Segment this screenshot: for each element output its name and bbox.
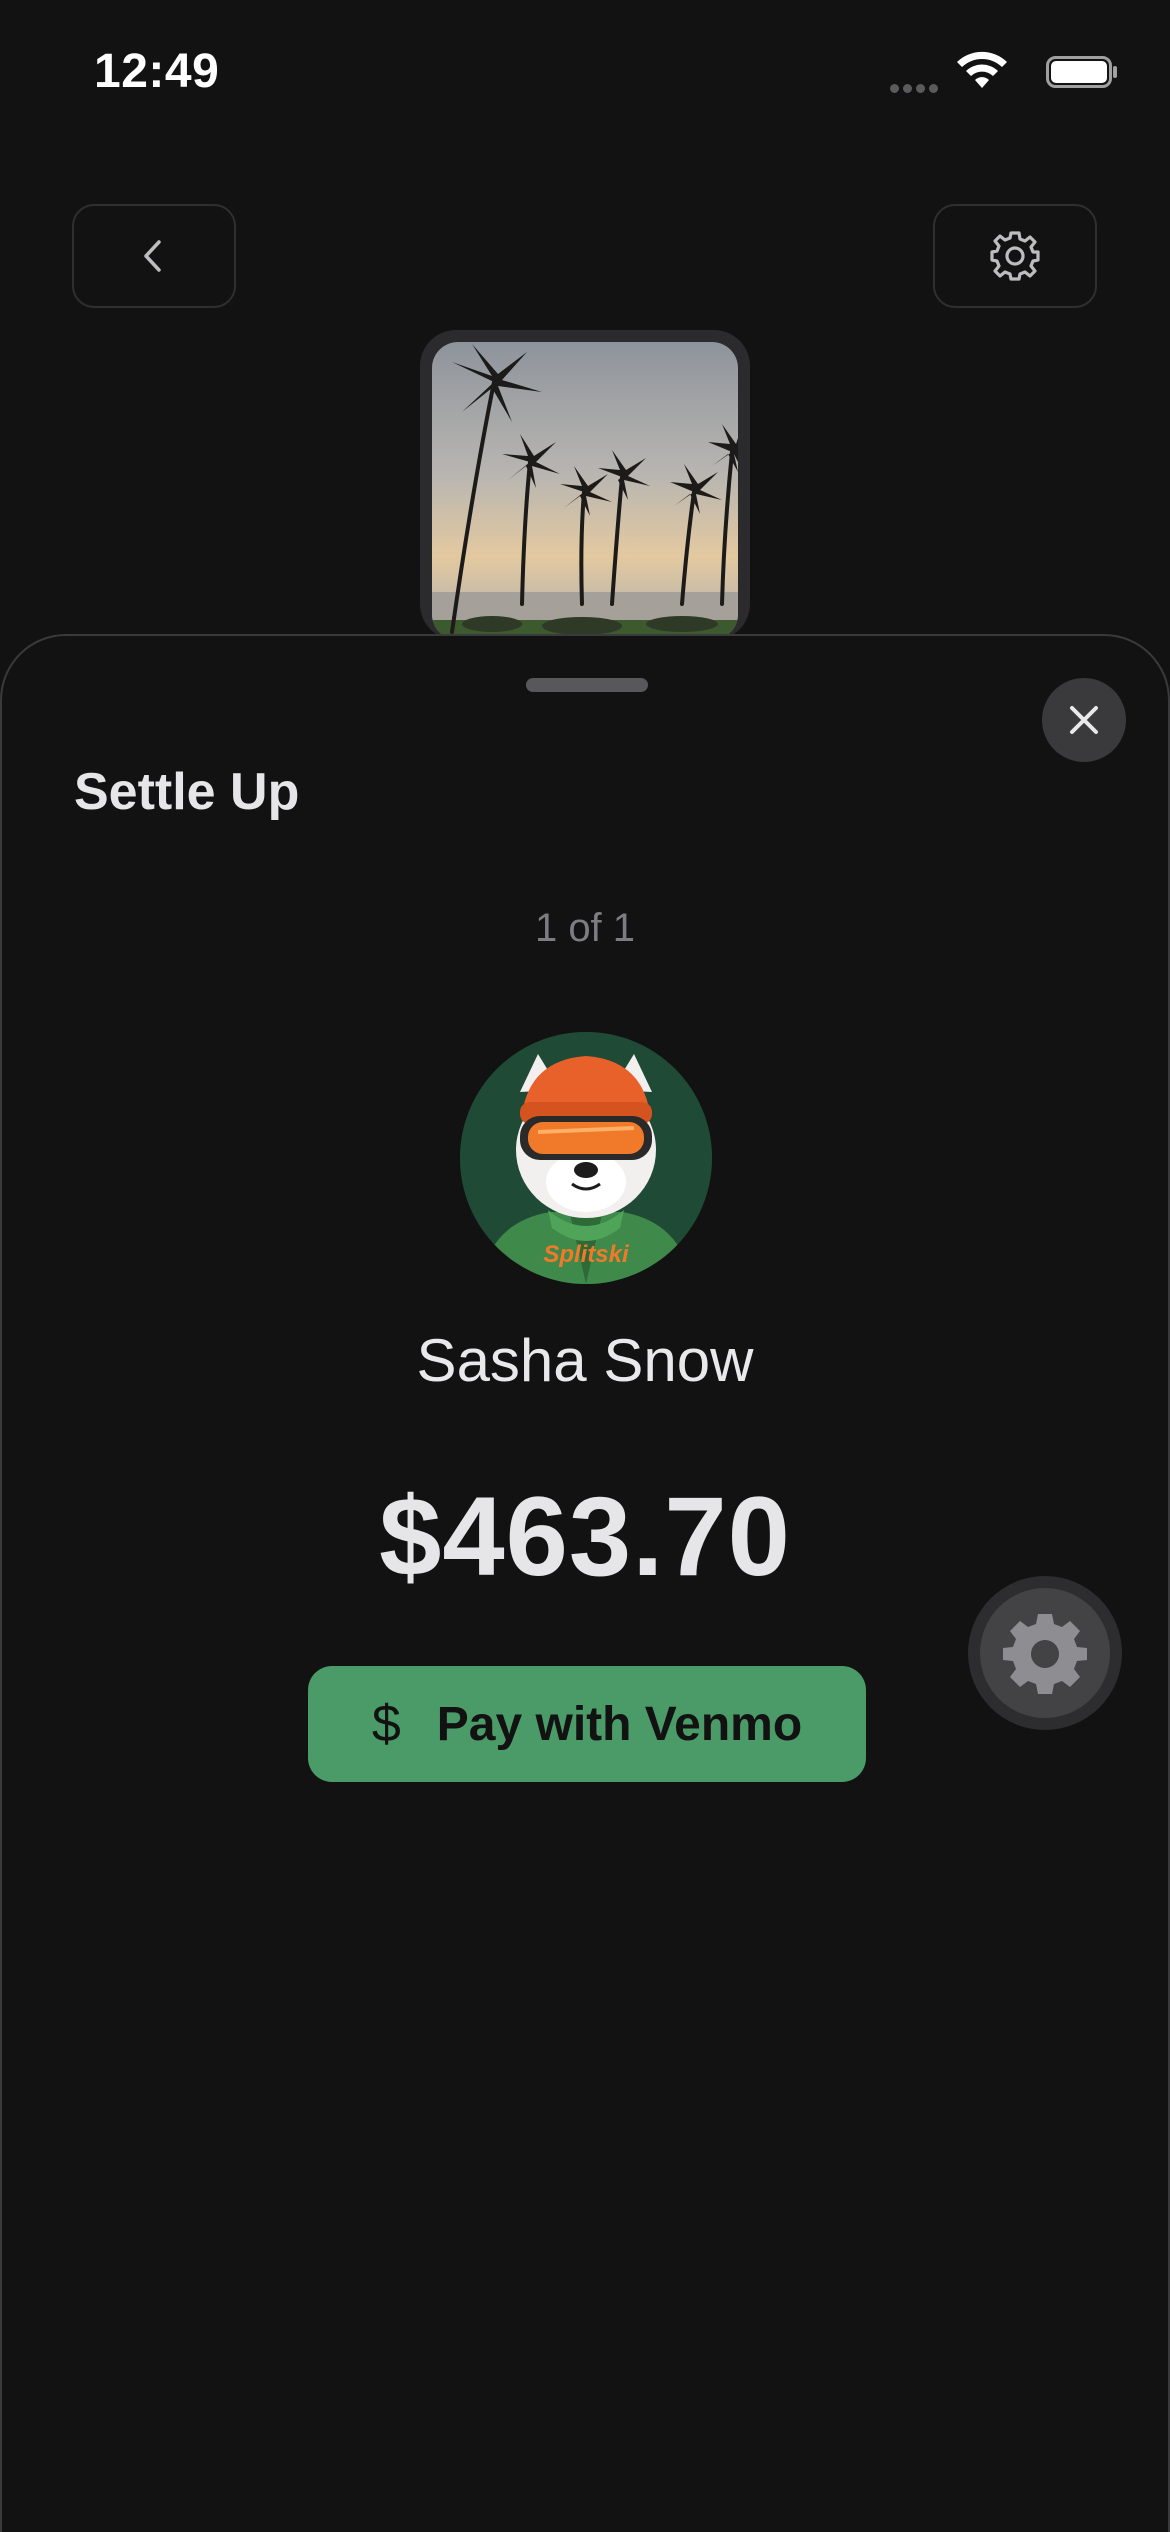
trip-photo: [432, 342, 738, 640]
floating-settings-button[interactable]: [968, 1576, 1122, 1730]
settle-up-screen: 12:49 Settle Up 1 of 1 Splitski Sasha Sn…: [0, 0, 1170, 2532]
person-name: Sasha Snow: [416, 1327, 754, 1394]
settle-up-sheet: Settle Up 1 of 1 Splitski Sasha Snow $46…: [0, 634, 1170, 2532]
dollar-icon: $: [371, 1695, 401, 1753]
settings-button[interactable]: [933, 204, 1097, 308]
battery-icon: [1046, 56, 1117, 88]
avatar-logo-text: Splitski: [543, 1241, 630, 1268]
pager-indicator: 1 of 1: [534, 906, 636, 950]
status-bar: 12:49: [0, 0, 1170, 150]
gear-icon: [1003, 1614, 1087, 1694]
pay-button-label: Pay with Venmo: [436, 1697, 803, 1751]
cellular-signal-icon: [886, 80, 938, 98]
sheet-title: Settle Up: [74, 763, 300, 821]
chevron-left-icon: [144, 240, 161, 272]
close-button[interactable]: [1042, 678, 1126, 762]
pay-with-venmo-button[interactable]: $ Pay with Venmo: [308, 1666, 866, 1782]
sheet-grabber[interactable]: [526, 678, 648, 692]
gear-icon: [990, 231, 1040, 281]
fab-inner: [980, 1588, 1110, 1718]
wifi-icon: [957, 51, 1007, 88]
status-icons: [858, 50, 1118, 100]
amount-owed: $463.70: [379, 1474, 791, 1599]
close-icon: [1070, 706, 1098, 734]
back-button[interactable]: [72, 204, 236, 308]
status-time: 12:49: [94, 45, 220, 98]
trip-thumbnail[interactable]: [420, 330, 750, 640]
avatar: Splitski: [460, 1032, 712, 1284]
